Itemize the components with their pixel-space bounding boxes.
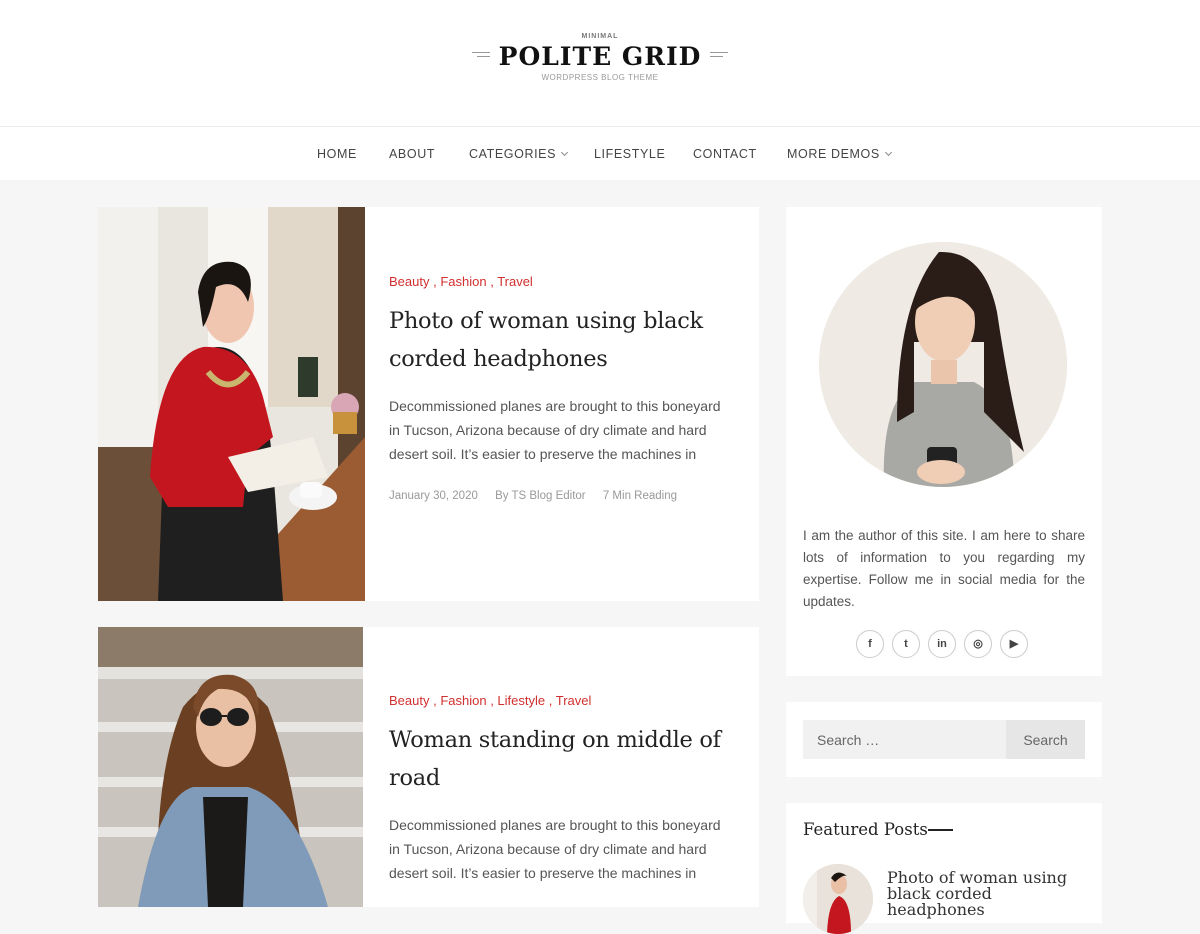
- chevron-down-icon: [560, 148, 569, 157]
- category-link[interactable]: Beauty: [389, 693, 429, 708]
- logo-tagline: MINIMAL: [581, 33, 619, 40]
- search-widget: Search: [786, 702, 1102, 777]
- post-content: Beauty , Fashion , Lifestyle , Travel Wo…: [389, 693, 734, 885]
- featured-post-image: [803, 864, 873, 934]
- facebook-icon[interactable]: f: [856, 630, 884, 658]
- post-thumbnail[interactable]: [98, 627, 363, 907]
- category-link[interactable]: Travel: [556, 693, 592, 708]
- featured-posts-widget: Featured Posts Photo of woman using blac…: [786, 803, 1102, 934]
- site-logo[interactable]: MINIMAL POLITE GRID WORDPRESS BLOG THEME: [470, 30, 730, 90]
- post-image: [98, 627, 363, 907]
- social-glyph: t: [904, 638, 908, 650]
- nav-label: ABOUT: [389, 147, 436, 161]
- post-thumbnail[interactable]: [98, 207, 365, 601]
- post-author[interactable]: By TS Blog Editor: [495, 490, 586, 502]
- search-button[interactable]: Search: [1006, 720, 1085, 759]
- featured-post-title[interactable]: Photo of woman using black corded headph…: [887, 870, 1087, 918]
- post-card: Beauty , Fashion , Travel Photo of woman…: [98, 207, 759, 601]
- site-header: MINIMAL POLITE GRID WORDPRESS BLOG THEME: [0, 0, 1200, 127]
- category-link[interactable]: Lifestyle: [497, 693, 545, 708]
- main-navigation: HOME ABOUT CATEGORIES LIFESTYLE CONTACT …: [0, 127, 1200, 180]
- chevron-down-icon: [884, 148, 892, 157]
- logo-line-right: [710, 52, 728, 53]
- social-glyph: ▶: [1009, 638, 1019, 650]
- twitter-icon[interactable]: t: [892, 630, 920, 658]
- post-excerpt: Decommissioned planes are brought to thi…: [389, 817, 721, 881]
- author-photo: [819, 242, 1067, 487]
- social-glyph: in: [937, 638, 947, 650]
- nav-label: CATEGORIES: [469, 147, 557, 161]
- logo-title: POLITE GRID: [498, 42, 702, 71]
- instagram-icon[interactable]: ◎: [964, 630, 992, 658]
- post-reading-time: 7 Min Reading: [602, 490, 677, 502]
- nav-item-lifestyle[interactable]: LIFESTYLE: [594, 147, 665, 161]
- post-title[interactable]: Photo of woman using black corded headph…: [389, 302, 734, 378]
- logo-subtitle: WORDPRESS BLOG THEME: [541, 73, 659, 82]
- nav-item-home[interactable]: HOME: [317, 147, 357, 161]
- social-glyph: f: [868, 638, 872, 650]
- author-avatar: [819, 242, 1067, 487]
- post-card: Beauty , Fashion , Lifestyle , Travel Wo…: [98, 627, 759, 907]
- category-link[interactable]: Travel: [497, 274, 533, 289]
- post-title[interactable]: Woman standing on middle of road: [389, 721, 734, 797]
- nav-item-categories[interactable]: CATEGORIES: [469, 147, 569, 161]
- post-content: Beauty , Fashion , Travel Photo of woman…: [389, 274, 734, 502]
- about-widget: I am the author of this site. I am here …: [786, 207, 1102, 676]
- youtube-icon[interactable]: ▶: [1000, 630, 1028, 658]
- post-image: [98, 207, 365, 601]
- post-categories: Beauty , Fashion , Lifestyle , Travel: [389, 693, 592, 708]
- nav-label: LIFESTYLE: [594, 147, 666, 161]
- post-categories: Beauty , Fashion , Travel: [389, 274, 533, 289]
- category-link[interactable]: Beauty: [389, 274, 429, 289]
- post-meta: January 30, 2020 By TS Blog Editor 7 Min…: [389, 490, 734, 502]
- search-input[interactable]: [803, 720, 1006, 759]
- logo-line-right-short: [710, 56, 723, 57]
- nav-item-contact[interactable]: CONTACT: [693, 147, 757, 161]
- social-glyph: ◎: [973, 638, 983, 650]
- widget-title: Featured Posts: [803, 820, 928, 839]
- social-links: f t in ◎ ▶: [856, 630, 1036, 658]
- nav-label: MORE DEMOS: [787, 147, 880, 161]
- category-link[interactable]: Fashion: [440, 693, 486, 708]
- nav-label: HOME: [317, 147, 357, 161]
- post-excerpt: Decommissioned planes are brought to thi…: [389, 398, 721, 462]
- post-date[interactable]: January 30, 2020: [389, 490, 478, 502]
- nav-item-more-demos[interactable]: MORE DEMOS: [787, 147, 892, 161]
- linkedin-icon[interactable]: in: [928, 630, 956, 658]
- category-link[interactable]: Fashion: [440, 274, 486, 289]
- featured-post-thumbnail[interactable]: [803, 864, 873, 934]
- about-text: I am the author of this site. I am here …: [803, 528, 1085, 609]
- nav-item-about[interactable]: ABOUT: [389, 147, 435, 161]
- title-divider: [928, 829, 953, 831]
- nav-label: CONTACT: [693, 147, 757, 161]
